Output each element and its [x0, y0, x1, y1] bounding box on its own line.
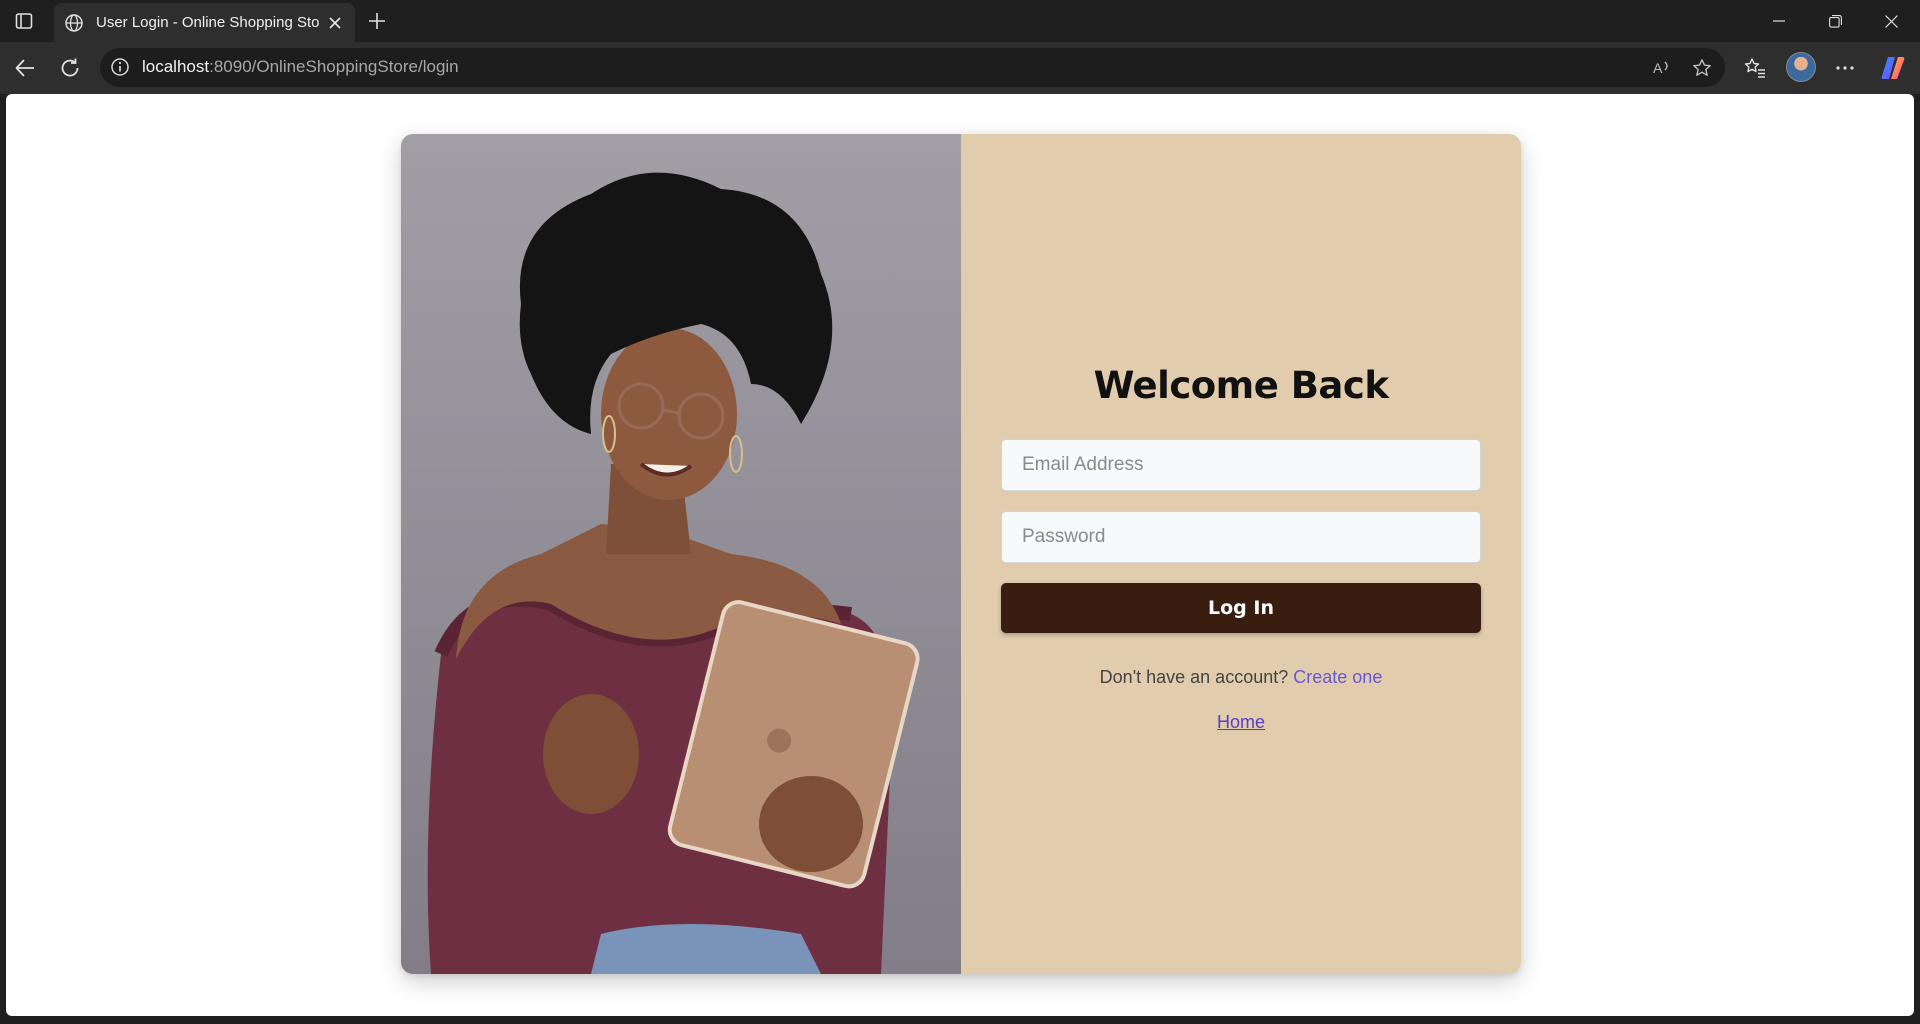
- close-icon: [329, 16, 341, 29]
- back-button[interactable]: [8, 52, 42, 84]
- more-icon: [1836, 66, 1854, 70]
- copilot-button[interactable]: [1876, 52, 1910, 84]
- site-info-icon[interactable]: [110, 57, 130, 77]
- restore-button[interactable]: [1807, 0, 1863, 42]
- hero-photo: [401, 134, 961, 974]
- profile-avatar[interactable]: [1786, 52, 1816, 82]
- url-path: :8090/OnlineShoppingStore/login: [209, 57, 459, 76]
- login-form: Welcome Back Log In Don't have an accoun…: [1001, 364, 1481, 733]
- tab-bar: User Login - Online Shopping Store: [0, 0, 1920, 42]
- signup-prompt-row: Don't have an account? Create one: [1001, 667, 1481, 688]
- globe-icon: [65, 13, 83, 32]
- login-panel: Welcome Back Log In Don't have an accoun…: [961, 134, 1521, 974]
- svg-text:A: A: [1653, 60, 1663, 76]
- back-arrow-icon: [15, 59, 34, 77]
- tab-title: User Login - Online Shopping Store: [96, 14, 319, 31]
- woman-with-tablet-illustration: [427, 172, 920, 974]
- home-link[interactable]: Home: [1217, 712, 1265, 732]
- address-bar[interactable]: localhost:8090/OnlineShoppingStore/login…: [100, 48, 1725, 87]
- more-menu-button[interactable]: [1828, 52, 1862, 84]
- favorites-button[interactable]: [1738, 52, 1772, 84]
- plus-icon: [369, 13, 385, 29]
- minimize-button[interactable]: [1751, 0, 1807, 42]
- close-window-icon: [1884, 14, 1898, 28]
- url-text[interactable]: localhost:8090/OnlineShoppingStore/login: [142, 57, 459, 77]
- tab-close-button[interactable]: [325, 13, 345, 33]
- tab-actions-button[interactable]: [10, 8, 38, 34]
- tab-actions-icon: [15, 13, 33, 29]
- login-card: Welcome Back Log In Don't have an accoun…: [401, 134, 1521, 974]
- password-input[interactable]: [1001, 511, 1481, 563]
- browser-tab-active[interactable]: User Login - Online Shopping Store: [54, 3, 355, 42]
- refresh-icon: [61, 58, 79, 77]
- favorites-list-icon: [1744, 58, 1765, 78]
- copilot-icon: [1881, 57, 1905, 79]
- create-account-link[interactable]: Create one: [1293, 667, 1382, 687]
- login-button[interactable]: Log In: [1001, 583, 1481, 633]
- email-input[interactable]: [1001, 439, 1481, 491]
- read-aloud-icon[interactable]: A: [1650, 56, 1674, 80]
- page-viewport: Welcome Back Log In Don't have an accoun…: [6, 94, 1914, 1016]
- welcome-heading: Welcome Back: [1093, 364, 1389, 407]
- home-link-row: Home: [1001, 712, 1481, 733]
- restore-icon: [1828, 14, 1842, 28]
- url-host: localhost: [142, 57, 210, 76]
- favorite-star-icon[interactable]: [1690, 56, 1714, 80]
- minimize-icon: [1773, 20, 1785, 22]
- refresh-button[interactable]: [53, 52, 87, 84]
- browser-toolbar: localhost:8090/OnlineShoppingStore/login…: [0, 42, 1920, 94]
- signup-prompt-text: Don't have an account?: [1099, 667, 1289, 687]
- close-window-button[interactable]: [1863, 0, 1919, 42]
- new-tab-button[interactable]: [363, 8, 391, 34]
